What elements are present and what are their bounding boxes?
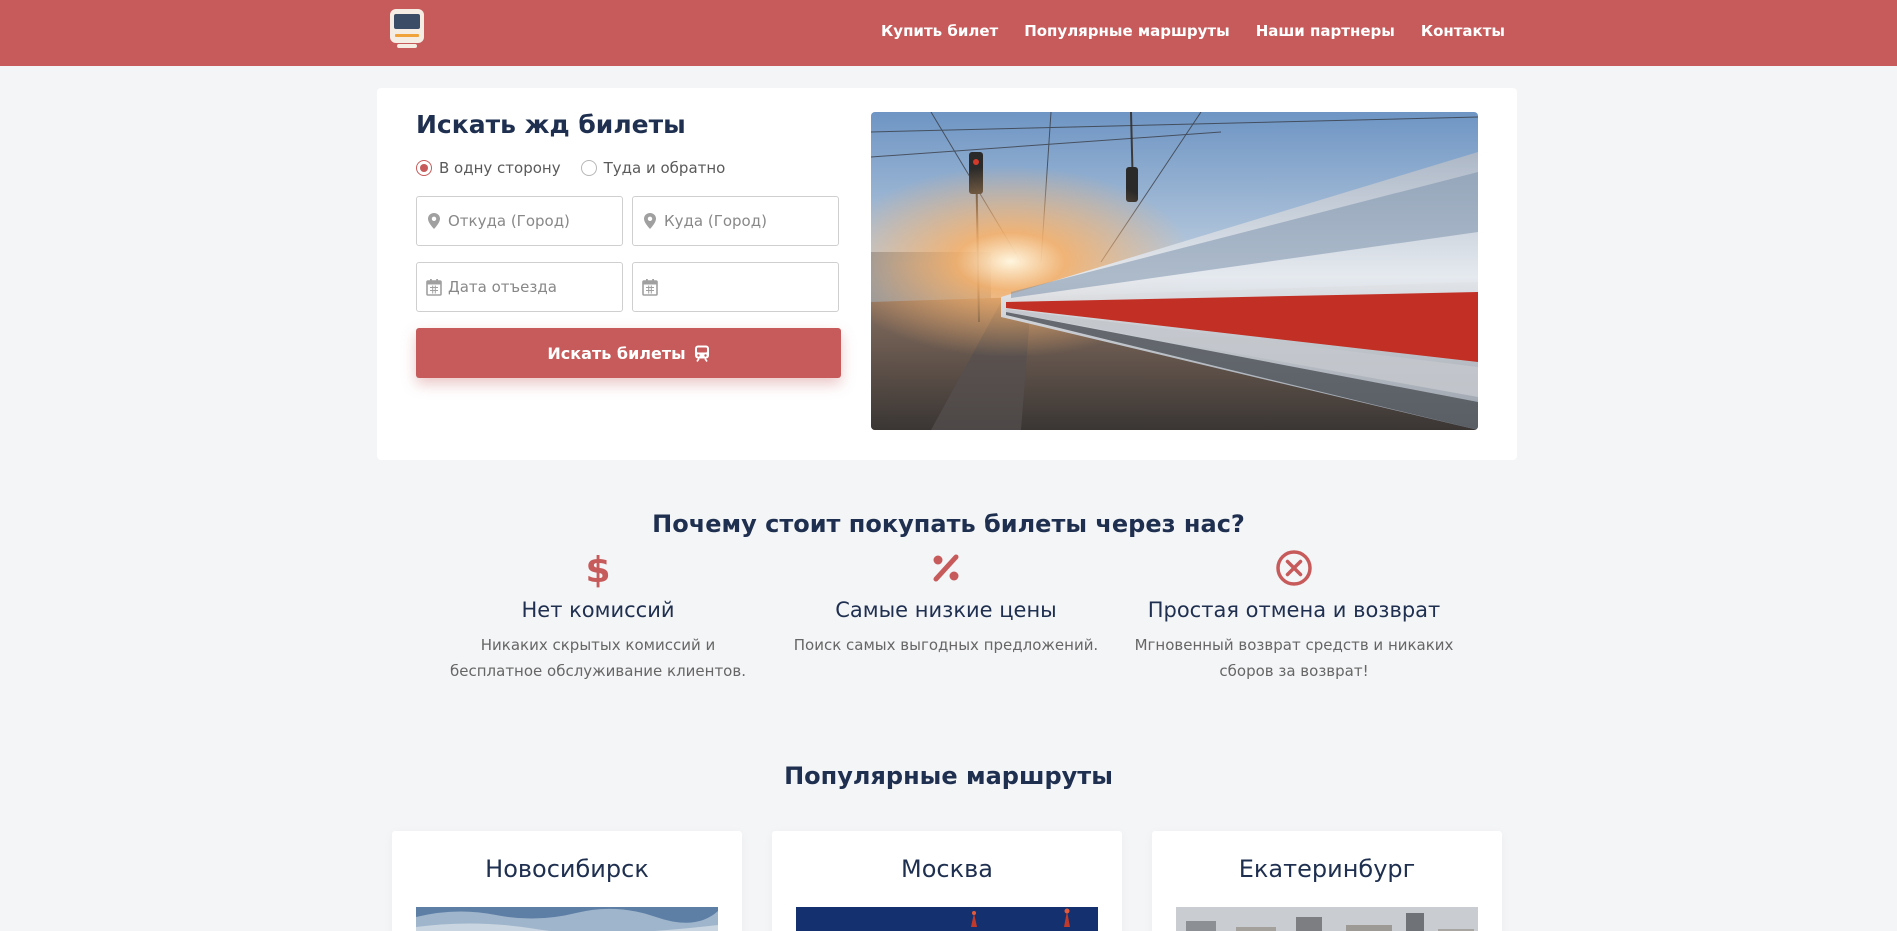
benefit-title: Самые низкие цены <box>835 598 1057 622</box>
round-trip-label: Туда и обратно <box>603 159 726 177</box>
train-icon <box>694 345 709 362</box>
ticket-search-card: Искать жд билеты В одну сторону Туда и о… <box>377 88 1517 460</box>
nav-link-buy-ticket[interactable]: Купить билет <box>881 22 998 40</box>
benefit-title: Нет комиссий <box>521 598 675 622</box>
top-navbar: Купить билет Популярные маршруты Наши па… <box>0 0 1897 66</box>
trip-type-group: В одну сторону Туда и обратно <box>416 158 725 178</box>
benefit-text: Никаких скрытых комиссий и бесплатное об… <box>450 636 746 680</box>
route-city-image <box>416 907 718 931</box>
one-way-option[interactable]: В одну сторону <box>416 159 561 177</box>
search-tickets-button[interactable]: Искать билеты <box>416 328 841 378</box>
route-card-yekaterinburg[interactable]: Екатеринбург <box>1152 831 1502 931</box>
map-marker-icon <box>428 213 440 229</box>
route-city-image <box>796 907 1098 931</box>
svg-text:$: $ <box>585 550 610 588</box>
one-way-label: В одну сторону <box>439 159 561 177</box>
benefit-text: Мгновенный возврат средств и никаких сбо… <box>1134 636 1454 680</box>
nav-link-partners[interactable]: Наши партнеры <box>1256 22 1395 40</box>
cancel-circle-icon <box>1276 550 1312 586</box>
departure-date-input[interactable] <box>448 278 618 296</box>
main-nav: Купить билет Популярные маршруты Наши па… <box>881 0 1505 62</box>
search-title: Искать жд билеты <box>416 110 686 139</box>
dollar-icon: $ <box>585 550 610 588</box>
benefit-title: Простая отмена и возврат <box>1147 598 1441 622</box>
round-trip-option[interactable]: Туда и обратно <box>580 159 726 177</box>
nav-link-contacts[interactable]: Контакты <box>1421 22 1505 40</box>
from-city-field[interactable] <box>416 196 623 246</box>
from-city-input[interactable] <box>448 212 618 230</box>
nav-link-popular-routes[interactable]: Популярные маршруты <box>1024 22 1230 40</box>
benefit-text: Поиск самых выгодных предложений. <box>793 636 1099 654</box>
to-city-field[interactable] <box>632 196 839 246</box>
route-city-image <box>1176 907 1478 931</box>
benefits-title: Почему стоит покупать билеты через нас? <box>652 510 1245 538</box>
search-button-label: Искать билеты <box>547 343 686 363</box>
route-card-novosibirsk[interactable]: Новосибирск <box>392 831 742 931</box>
benefit-easy-refund: Простая отмена и возврат Мгновенный возв… <box>1134 548 1454 684</box>
route-card-moscow[interactable]: Москва <box>772 831 1122 931</box>
calendar-icon <box>642 279 658 296</box>
calendar-icon <box>426 279 442 296</box>
map-marker-icon <box>644 213 656 229</box>
return-date-field[interactable] <box>632 262 839 312</box>
return-date-input[interactable] <box>664 278 834 296</box>
route-city-name: Москва <box>901 855 993 883</box>
round-trip-radio[interactable] <box>580 160 597 176</box>
benefit-no-commission: $ Нет комиссий Никаких скрытых комиссий … <box>438 548 758 684</box>
route-city-name: Новосибирск <box>485 855 649 883</box>
popular-routes-title: Популярные маршруты <box>784 762 1113 790</box>
benefit-lowest-prices: Самые низкие цены Поиск самых выгодных п… <box>786 548 1106 658</box>
departure-date-field[interactable] <box>416 262 623 312</box>
train-icon[interactable] <box>389 8 425 50</box>
to-city-input[interactable] <box>664 212 834 230</box>
train-station-photo <box>871 112 1478 430</box>
percent-icon <box>933 554 959 582</box>
hero-train-image <box>871 112 1478 430</box>
route-city-name: Екатеринбург <box>1238 855 1416 883</box>
one-way-radio[interactable] <box>416 160 432 176</box>
